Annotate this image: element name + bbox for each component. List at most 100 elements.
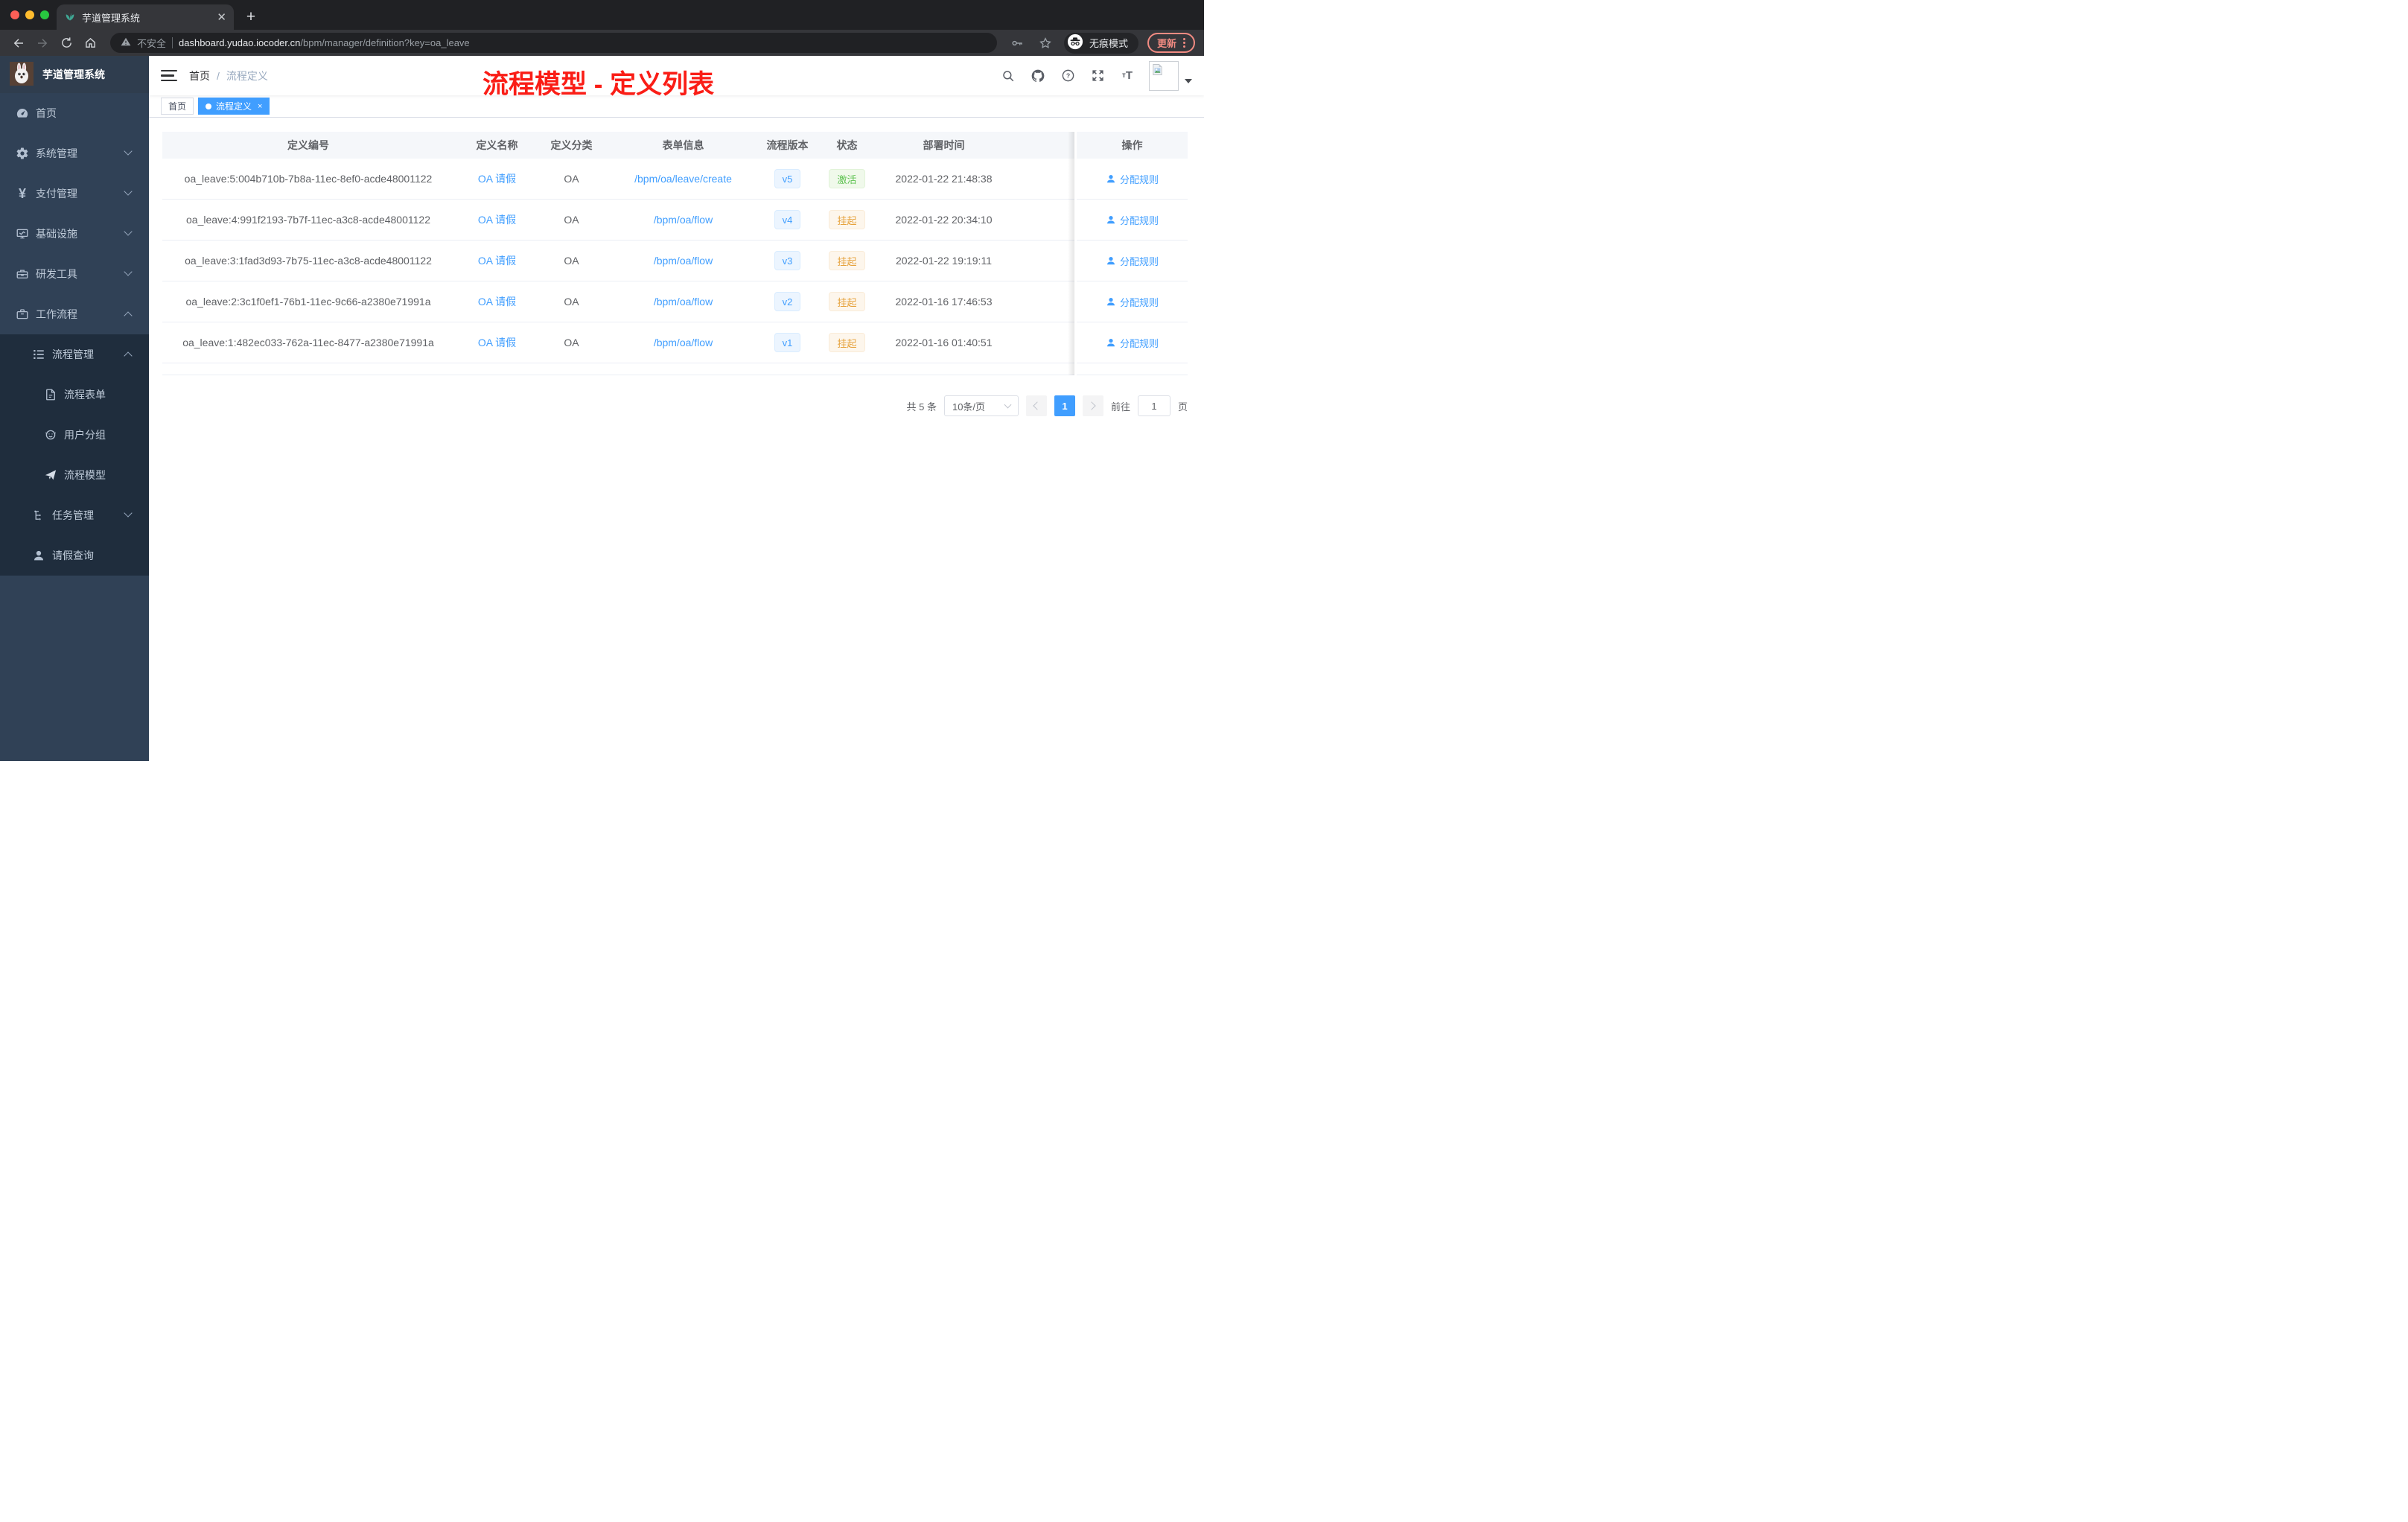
assign-rule-link[interactable]: 分配规则: [1106, 172, 1159, 186]
briefcase-icon: [15, 307, 30, 322]
sidebar-collapse-icon[interactable]: [161, 69, 177, 82]
sidebar-item-label: 基础设施: [36, 228, 77, 240]
form-link[interactable]: /bpm/oa/flow: [654, 337, 713, 348]
fullscreen-icon[interactable]: [1088, 66, 1107, 86]
address-bar[interactable]: 不安全 dashboard.yudao.iocoder.cn/bpm/manag…: [110, 33, 997, 53]
browser-menu-icon[interactable]: [1183, 38, 1185, 48]
tab-close-icon[interactable]: ✕: [217, 12, 226, 23]
back-icon[interactable]: [9, 34, 28, 53]
security-label[interactable]: 不安全: [137, 36, 166, 50]
browser-tab[interactable]: 芋道管理系统 ✕: [57, 4, 234, 30]
window-controls[interactable]: [10, 10, 49, 19]
sidebar-item-devtools[interactable]: 研发工具: [0, 254, 149, 294]
cell-definition-id: oa_leave:3:1fad3d93-7b75-11ec-a3c8-acde4…: [185, 255, 432, 267]
page-content: 定义编号 定义名称 定义分类 表单信息 流程版本 状态 部署时间 oa_leav…: [149, 118, 1204, 761]
sidebar-item-system[interactable]: 系统管理: [0, 133, 149, 173]
status-badge: 挂起: [829, 292, 865, 311]
definition-name-link[interactable]: OA 请假: [478, 212, 516, 227]
url-divider: [172, 37, 173, 48]
svg-text:?: ?: [1066, 72, 1069, 80]
cell-deployed-time: 2022-01-16 01:40:51: [895, 337, 993, 348]
sidebar-item-home[interactable]: 首页: [0, 93, 149, 133]
definition-name-link[interactable]: OA 请假: [478, 253, 516, 268]
github-icon[interactable]: [1028, 66, 1048, 86]
version-tag: v2: [774, 292, 801, 311]
page-size-select[interactable]: 10条/页: [943, 395, 1019, 416]
assign-rule-link[interactable]: 分配规则: [1106, 295, 1159, 309]
user-icon: [31, 548, 46, 563]
form-link[interactable]: /bpm/oa/flow: [654, 214, 713, 226]
table-header-row: 定义编号 定义名称 定义分类 表单信息 流程版本 状态 部署时间: [162, 132, 1074, 159]
font-size-icon[interactable]: тT: [1118, 66, 1137, 86]
cell-deployed-time: 2022-01-16 17:46:53: [895, 296, 993, 308]
form-link[interactable]: /bpm/oa/flow: [654, 255, 713, 267]
warning-triangle-icon[interactable]: [121, 36, 131, 49]
tag-close-icon[interactable]: ×: [258, 102, 262, 111]
page-unit-label: 页: [1177, 401, 1188, 413]
broken-image-icon: [1153, 63, 1162, 75]
sidebar-item-payment[interactable]: ¥ 支付管理: [0, 173, 149, 214]
chevron-down-icon: [1004, 401, 1012, 409]
definition-table: 定义编号 定义名称 定义分类 表单信息 流程版本 状态 部署时间 oa_leav…: [162, 132, 1188, 375]
sidebar-item-process-form[interactable]: 流程表单: [0, 375, 149, 415]
help-icon[interactable]: ?: [1058, 66, 1077, 86]
annotation-red-text: 流程模型 - 定义列表: [482, 70, 715, 99]
table-row: oa_leave:3:1fad3d93-7b75-11ec-a3c8-acde4…: [162, 241, 1074, 281]
cell-definition-id: oa_leave:2:3c1f0ef1-76b1-11ec-9c66-a2380…: [185, 296, 431, 308]
definition-name-link[interactable]: OA 请假: [478, 335, 516, 350]
breadcrumb-home[interactable]: 首页: [189, 69, 210, 83]
avatar-caret-icon[interactable]: [1185, 78, 1192, 83]
form-link[interactable]: /bpm/oa/leave/create: [634, 173, 732, 185]
form-link[interactable]: /bpm/oa/flow: [654, 296, 713, 308]
assign-rule-link[interactable]: 分配规则: [1106, 336, 1159, 350]
assign-rule-link[interactable]: 分配规则: [1106, 254, 1159, 268]
sidebar-item-workflow[interactable]: 工作流程: [0, 294, 149, 334]
user-icon: [1107, 216, 1115, 224]
goto-page-input[interactable]: [1137, 395, 1170, 416]
definition-name-link[interactable]: OA 请假: [478, 294, 516, 309]
current-page-button[interactable]: 1: [1054, 395, 1075, 416]
home-icon[interactable]: [80, 34, 100, 53]
assign-rule-link[interactable]: 分配规则: [1106, 213, 1159, 227]
maximize-window-button[interactable]: [40, 10, 49, 19]
tag-home[interactable]: 首页: [161, 98, 194, 115]
reload-icon[interactable]: [57, 34, 76, 53]
version-tag: v5: [774, 169, 801, 188]
cell-definition-id: oa_leave:5:004b710b-7b8a-11ec-8ef0-acde4…: [184, 173, 433, 185]
monitor-icon: [15, 226, 30, 241]
sidebar-item-task-mgmt[interactable]: 任务管理: [0, 495, 149, 535]
update-button[interactable]: 更新: [1147, 33, 1195, 53]
new-tab-button[interactable]: +: [240, 6, 262, 28]
forward-icon[interactable]: [33, 34, 52, 53]
prev-page-button[interactable]: [1025, 395, 1047, 416]
next-page-button[interactable]: [1082, 395, 1103, 416]
sidebar-logo[interactable]: 芋道管理系统: [0, 56, 149, 93]
sidebar-item-label: 任务管理: [52, 509, 94, 521]
table-row: oa_leave:5:004b710b-7b8a-11ec-8ef0-acde4…: [162, 159, 1074, 200]
bookmark-star-icon[interactable]: [1036, 34, 1055, 53]
tag-current[interactable]: 流程定义 ×: [198, 98, 270, 115]
close-window-button[interactable]: [10, 10, 19, 19]
sidebar-item-user-group[interactable]: 用户分组: [0, 415, 149, 455]
version-tag: v4: [774, 210, 801, 229]
search-icon[interactable]: [998, 66, 1018, 86]
minimize-window-button[interactable]: [25, 10, 34, 19]
sidebar-item-process-mgmt[interactable]: 流程管理: [0, 334, 149, 375]
sidebar-item-label: 支付管理: [36, 188, 77, 200]
definition-name-link[interactable]: OA 请假: [478, 171, 516, 186]
group-icon: [43, 427, 58, 442]
avatar[interactable]: [1149, 60, 1179, 91]
cell-category: OA: [564, 337, 579, 348]
dashboard-icon: [15, 106, 30, 121]
tree-icon: [31, 508, 46, 523]
col-header-deployed: 部署时间: [923, 139, 965, 151]
sidebar-item-infra[interactable]: 基础设施: [0, 214, 149, 254]
chevron-down-icon: [124, 509, 133, 518]
logo-rabbit-avatar: [10, 61, 34, 88]
url-path: /bpm/manager/definition?key=oa_leave: [300, 37, 470, 48]
sidebar-item-leave-query[interactable]: 请假查询: [0, 535, 149, 576]
sidebar-item-label: 流程管理: [52, 348, 94, 360]
password-key-icon[interactable]: [1007, 34, 1027, 53]
col-header-version: 流程版本: [766, 139, 809, 151]
sidebar-item-process-model[interactable]: 流程模型: [0, 455, 149, 495]
